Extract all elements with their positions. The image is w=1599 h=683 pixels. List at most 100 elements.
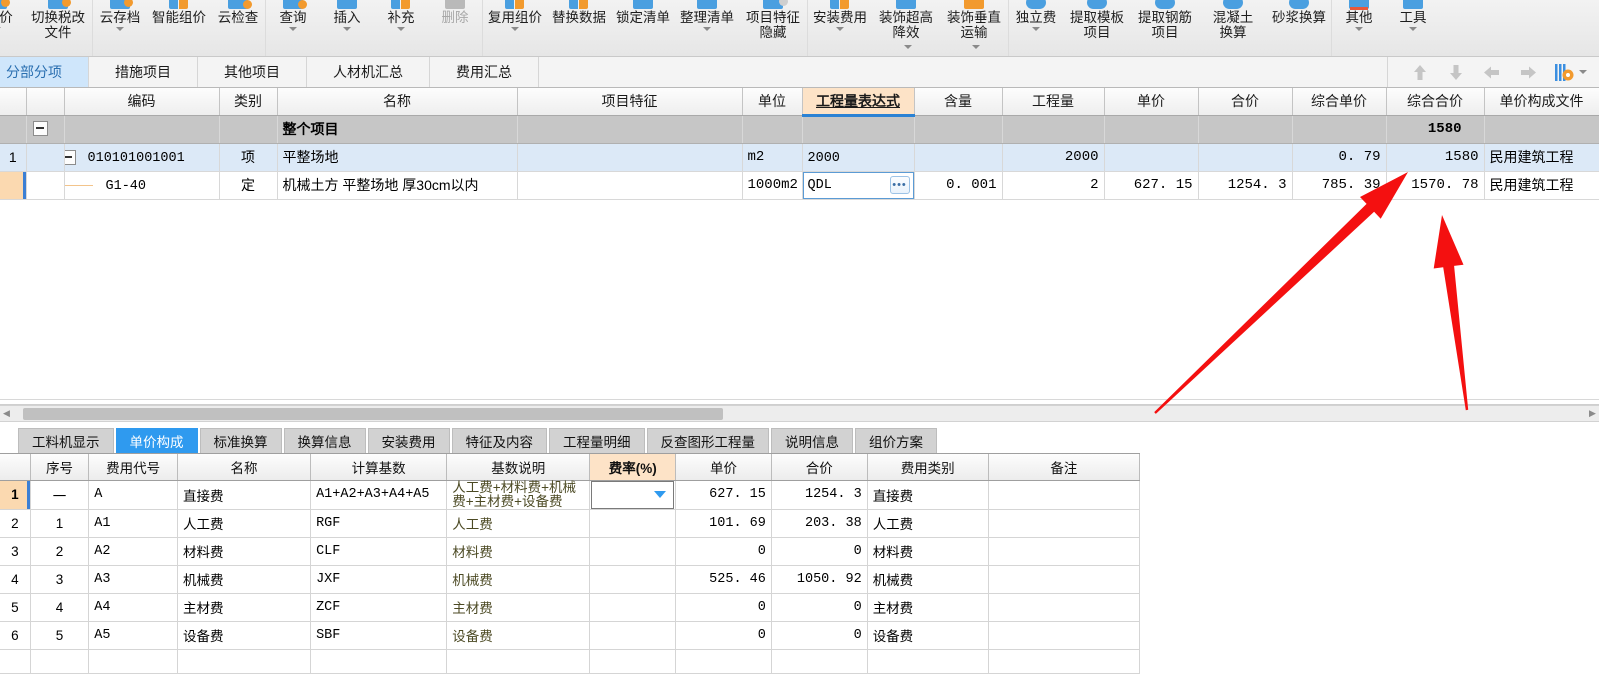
detail-name-cell[interactable]: 直接费 (177, 480, 312, 510)
detail-price-cell[interactable]: 627. 15 (675, 480, 772, 510)
detail-tab-9[interactable]: 组价方案 (855, 428, 937, 453)
detail-col-header-8[interactable]: 合价 (771, 454, 868, 481)
ribbon-button-price-adjust[interactable]: -调价 (0, 0, 24, 56)
boq-code-cell[interactable]: 010101001001 (64, 143, 220, 172)
detail-seq-cell[interactable]: 1 (30, 509, 90, 538)
detail-col-header-5[interactable]: 基数说明 (446, 454, 591, 481)
boq-amount-cell[interactable] (1198, 143, 1293, 172)
boq-unit-cell[interactable] (742, 115, 803, 144)
detail-note-cell[interactable] (988, 621, 1140, 650)
boq-name-cell[interactable]: 平整场地 (277, 143, 518, 172)
chevron-down-icon[interactable] (1032, 27, 1040, 31)
boq-name-cell[interactable]: 机械土方 平整场地 厚30cm以内 (277, 171, 518, 200)
boq-price-file-cell[interactable] (1484, 115, 1599, 144)
chevron-down-icon[interactable] (116, 27, 124, 31)
chevron-down-icon[interactable] (654, 491, 667, 498)
detail-row[interactable]: 6 5 A5 设备费 SBF 设备费 0 0 设备费 (0, 621, 1140, 650)
detail-rate-cell[interactable] (589, 621, 677, 650)
move-left-icon[interactable] (1482, 64, 1502, 80)
boq-comprehensive-amount-cell[interactable]: 1580 (1386, 143, 1485, 172)
boq-col-header-6[interactable]: 单位 (742, 88, 803, 116)
detail-price-cell[interactable]: 101. 69 (675, 509, 772, 538)
ribbon-button-supplement[interactable]: 补充 (374, 0, 428, 56)
tab-3[interactable]: 人材机汇总 (307, 57, 430, 87)
detail-amount-cell[interactable]: 1050. 92 (771, 565, 868, 594)
detail-tab-8[interactable]: 说明信息 (771, 428, 853, 453)
detail-price-cell[interactable]: 0 (675, 621, 772, 650)
detail-price-cell[interactable]: 0 (675, 537, 772, 566)
ribbon-button-concrete-convert[interactable]: 混凝土 换算 (1199, 0, 1267, 56)
boq-col-header-13[interactable]: 综合合价 (1386, 88, 1485, 116)
detail-tab-2[interactable]: 标准换算 (199, 428, 282, 453)
detail-tab-3[interactable]: 换算信息 (283, 428, 366, 453)
boq-row-number[interactable] (0, 171, 27, 200)
ribbon-button-decor-vertical[interactable]: 装饰垂直 运输 (940, 0, 1008, 56)
rate-editor[interactable] (591, 480, 675, 509)
detail-name-cell[interactable]: 人工费 (177, 509, 312, 538)
boq-name-cell[interactable]: 整个项目 (277, 115, 518, 144)
detail-fee-type-cell[interactable]: 设备费 (867, 621, 989, 650)
boq-content-cell[interactable]: 0. 001 (914, 171, 1003, 200)
ribbon-button-organize-list[interactable]: 整理清单 (675, 0, 739, 56)
boq-content-cell[interactable] (914, 143, 1003, 172)
detail-name-cell[interactable]: 主材费 (177, 593, 312, 622)
ribbon-button-independent-fee[interactable]: 独立费 (1009, 0, 1063, 56)
scroll-left-arrow-icon[interactable]: ◀ (0, 408, 13, 419)
ribbon-button-feature-hide[interactable]: 项目特征 隐藏 (739, 0, 807, 56)
ribbon-button-cloud-archive[interactable]: 云存档 (93, 0, 147, 56)
detail-row-number[interactable]: 4 (0, 565, 31, 594)
detail-amount-cell[interactable]: 203. 38 (771, 509, 868, 538)
boq-col-header-10[interactable]: 单价 (1104, 88, 1199, 116)
chevron-down-icon[interactable] (971, 45, 980, 50)
detail-note-cell[interactable] (988, 537, 1140, 566)
detail-note-cell[interactable] (988, 593, 1140, 622)
detail-tab-6[interactable]: 工程量明细 (549, 428, 645, 453)
detail-base-desc-cell[interactable]: 人工费 (446, 509, 591, 538)
ribbon-button-decor-height[interactable]: 装饰超高 降效 (872, 0, 940, 56)
detail-fee-code-cell[interactable]: A3 (88, 565, 178, 594)
boq-quantity-cell[interactable]: 2000 (1002, 143, 1105, 172)
ribbon-button-tax-switch[interactable]: 切换税改 文件 (24, 0, 92, 56)
detail-amount-cell[interactable]: 0 (771, 593, 868, 622)
detail-row-number[interactable]: 2 (0, 509, 31, 538)
boq-code-cell[interactable]: G1-40 (64, 171, 220, 200)
boq-row[interactable]: 1 010101001001 项平整场地 m2 2000 2000 0. 79 1580 民用建… (0, 143, 1599, 172)
ribbon-button-smart-price[interactable]: 智能组价 (147, 0, 211, 56)
boq-col-header-9[interactable]: 工程量 (1002, 88, 1105, 116)
detail-amount-cell[interactable]: 1254. 3 (771, 480, 868, 510)
ribbon-button-extract-rebar[interactable]: 提取钢筋 项目 (1131, 0, 1199, 56)
boq-col-header-0[interactable] (0, 88, 27, 116)
detail-base-cell[interactable]: JXF (310, 565, 448, 594)
boq-row-number[interactable]: 1 (0, 143, 27, 172)
chevron-down-icon[interactable] (1355, 27, 1363, 31)
chevron-down-icon[interactable] (397, 27, 405, 31)
detail-note-cell[interactable] (988, 480, 1140, 510)
boq-expression-cell[interactable]: QDL ••• (802, 171, 915, 200)
boq-col-header-1[interactable] (26, 88, 65, 116)
move-up-icon[interactable] (1410, 64, 1430, 80)
scrollbar-thumb[interactable] (23, 407, 723, 420)
detail-note-cell[interactable] (988, 565, 1140, 594)
detail-tab-4[interactable]: 安装费用 (367, 428, 450, 453)
detail-amount-cell[interactable]: 0 (771, 621, 868, 650)
chevron-down-icon[interactable] (343, 27, 351, 31)
ribbon-button-reuse-price[interactable]: 复用组价 (483, 0, 547, 56)
column-settings-icon[interactable] (1554, 63, 1576, 81)
detail-name-cell[interactable]: 材料费 (177, 537, 312, 566)
boq-unit-cell[interactable]: 1000m2 (742, 171, 803, 200)
collapse-toggle-icon[interactable] (64, 149, 76, 165)
boq-comprehensive-price-cell[interactable] (1292, 115, 1387, 144)
boq-col-header-11[interactable]: 合价 (1198, 88, 1293, 116)
detail-note-cell[interactable] (988, 509, 1140, 538)
boq-row[interactable]: G1-40 定机械土方 平整场地 厚30cm以内 1000m2 QDL ••• 0. 00… (0, 171, 1599, 200)
boq-amount-cell[interactable]: 1254. 3 (1198, 171, 1293, 200)
detail-price-cell[interactable]: 525. 46 (675, 565, 772, 594)
boq-code-cell[interactable] (64, 115, 220, 144)
boq-feature-cell[interactable] (517, 143, 743, 172)
detail-rate-cell[interactable] (589, 480, 677, 510)
detail-base-cell[interactable]: SBF (310, 621, 448, 650)
ribbon-button-mortar-convert[interactable]: 砂浆换算 (1267, 0, 1331, 56)
detail-base-cell[interactable]: ZCF (310, 593, 448, 622)
boq-col-header-7[interactable]: 工程量表达式 (802, 88, 915, 117)
column-settings-caret-icon[interactable] (1579, 70, 1587, 74)
